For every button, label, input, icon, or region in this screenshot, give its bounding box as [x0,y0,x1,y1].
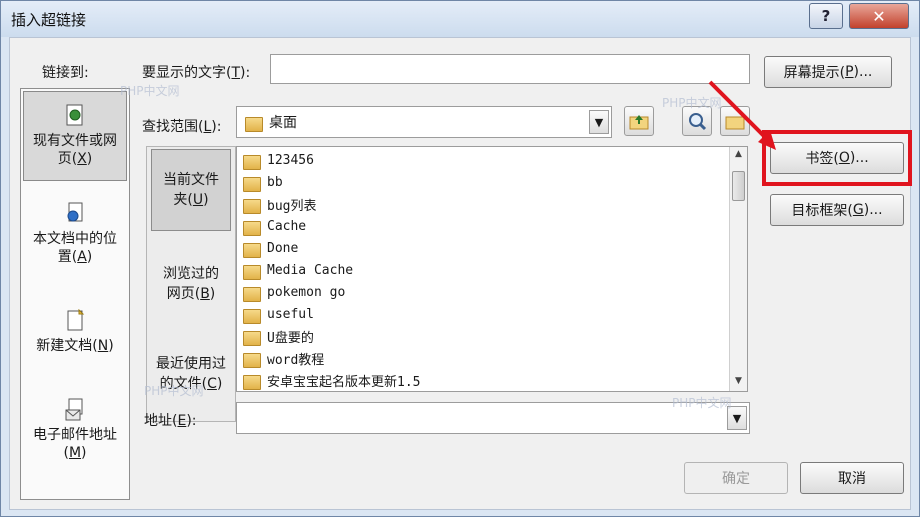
list-item[interactable]: U盘要的 [243,325,314,347]
folder-icon [243,175,261,192]
display-text-label: 要显示的文字(T): [142,65,251,81]
insert-hyperlink-dialog: 插入超链接 ? ✕ 链接到: 现有文件或网 页(X) 本文档中的位 置(A) 新… [0,0,920,517]
nav-create-new-document[interactable]: 新建文档(N) [23,287,127,377]
nav-item-label: 新建文档(N) [36,338,114,354]
help-icon: ? [821,7,831,25]
list-item[interactable]: Media Cache [243,259,353,281]
help-button[interactable]: ? [809,3,843,29]
watermark: PHP中文网 [672,396,732,410]
look-in-dropdown[interactable]: 桌面 ▼ [236,106,612,138]
folder-up-icon [629,115,649,130]
dialog-title: 插入超链接 [11,11,87,29]
arrow-annotation-icon [708,80,776,150]
scroll-thumb[interactable] [732,171,745,201]
place-label: 浏览过的 网页(B) [163,266,219,302]
place-recent-files[interactable]: 最近使用过 的文件(C) [151,333,231,415]
nav-item-label: 现有文件或网 页(X) [33,133,117,167]
places-bar: 当前文件 夹(U) 浏览过的 网页(B) 最近使用过 的文件(C) [146,146,236,422]
list-item[interactable]: Cache [243,215,306,237]
scroll-down-icon[interactable]: ▼ [732,376,745,389]
bookmark-button[interactable]: 书签(O)... [770,142,904,174]
display-text-input[interactable] [270,54,750,84]
up-one-folder-button[interactable] [624,106,654,136]
nav-email-address[interactable]: 电子邮件地址 (M) [23,385,127,475]
document-globe-icon [66,104,83,126]
folder-icon [243,307,261,324]
link-to-panel: 现有文件或网 页(X) 本文档中的位 置(A) 新建文档(N) 电子邮件地址 (… [20,88,130,500]
folder-icon [243,373,261,390]
look-in-label: 查找范围(L): [142,119,222,135]
folder-icon [245,115,263,132]
watermark: PHP中文网 [144,384,204,398]
title-bar[interactable]: 插入超链接 ? ✕ [1,1,919,37]
watermark: PHP中文网 [120,84,180,98]
browse-web-icon [689,113,707,131]
email-icon [65,398,83,421]
folder-icon [243,241,261,258]
close-button[interactable]: ✕ [849,3,909,29]
folder-icon [243,263,261,280]
list-item[interactable]: useful [243,303,314,325]
document-bookmark-icon [67,202,83,222]
chevron-down-icon[interactable]: ▼ [589,110,609,134]
list-item[interactable]: Done [243,237,298,259]
folder-icon [243,219,261,236]
nav-existing-file-or-webpage[interactable]: 现有文件或网 页(X) [23,91,127,181]
ok-button[interactable]: 确定 [684,462,788,494]
file-list[interactable]: 123456 bb bug列表 Cache Done Media Cache p… [236,146,748,392]
list-item[interactable]: word教程 [243,347,324,369]
folder-icon [243,197,261,214]
folder-icon [243,329,261,346]
folder-icon [243,351,261,368]
new-document-icon [67,309,85,331]
dialog-body: 链接到: 现有文件或网 页(X) 本文档中的位 置(A) 新建文档(N) 电子邮… [9,37,912,510]
nav-item-label: 电子邮件地址 (M) [33,427,117,461]
look-in-value: 桌面 [269,115,297,131]
file-list-scrollbar[interactable]: ▲ ▼ [729,147,747,391]
watermark: PHP中文网 [662,96,722,110]
place-browsed-pages[interactable]: 浏览过的 网页(B) [151,243,231,325]
nav-item-label: 本文档中的位 置(A) [33,231,117,265]
nav-place-in-document[interactable]: 本文档中的位 置(A) [23,189,127,279]
list-item[interactable]: bug列表 [243,193,316,215]
list-item[interactable]: 安卓宝宝起名版本更新1.5 [243,369,420,391]
folder-icon [243,285,261,302]
list-item[interactable]: bb [243,171,283,193]
cancel-button[interactable]: 取消 [800,462,904,494]
link-to-label: 链接到: [42,65,89,81]
close-icon: ✕ [872,6,886,26]
place-label: 当前文件 夹(U) [163,172,219,208]
place-current-folder[interactable]: 当前文件 夹(U) [151,149,231,231]
folder-icon [243,153,261,170]
target-frame-button[interactable]: 目标框架(G)... [770,194,904,226]
list-item[interactable]: pokemon go [243,281,345,303]
list-item[interactable]: 123456 [243,149,314,171]
address-label: 地址(E): [144,413,197,429]
